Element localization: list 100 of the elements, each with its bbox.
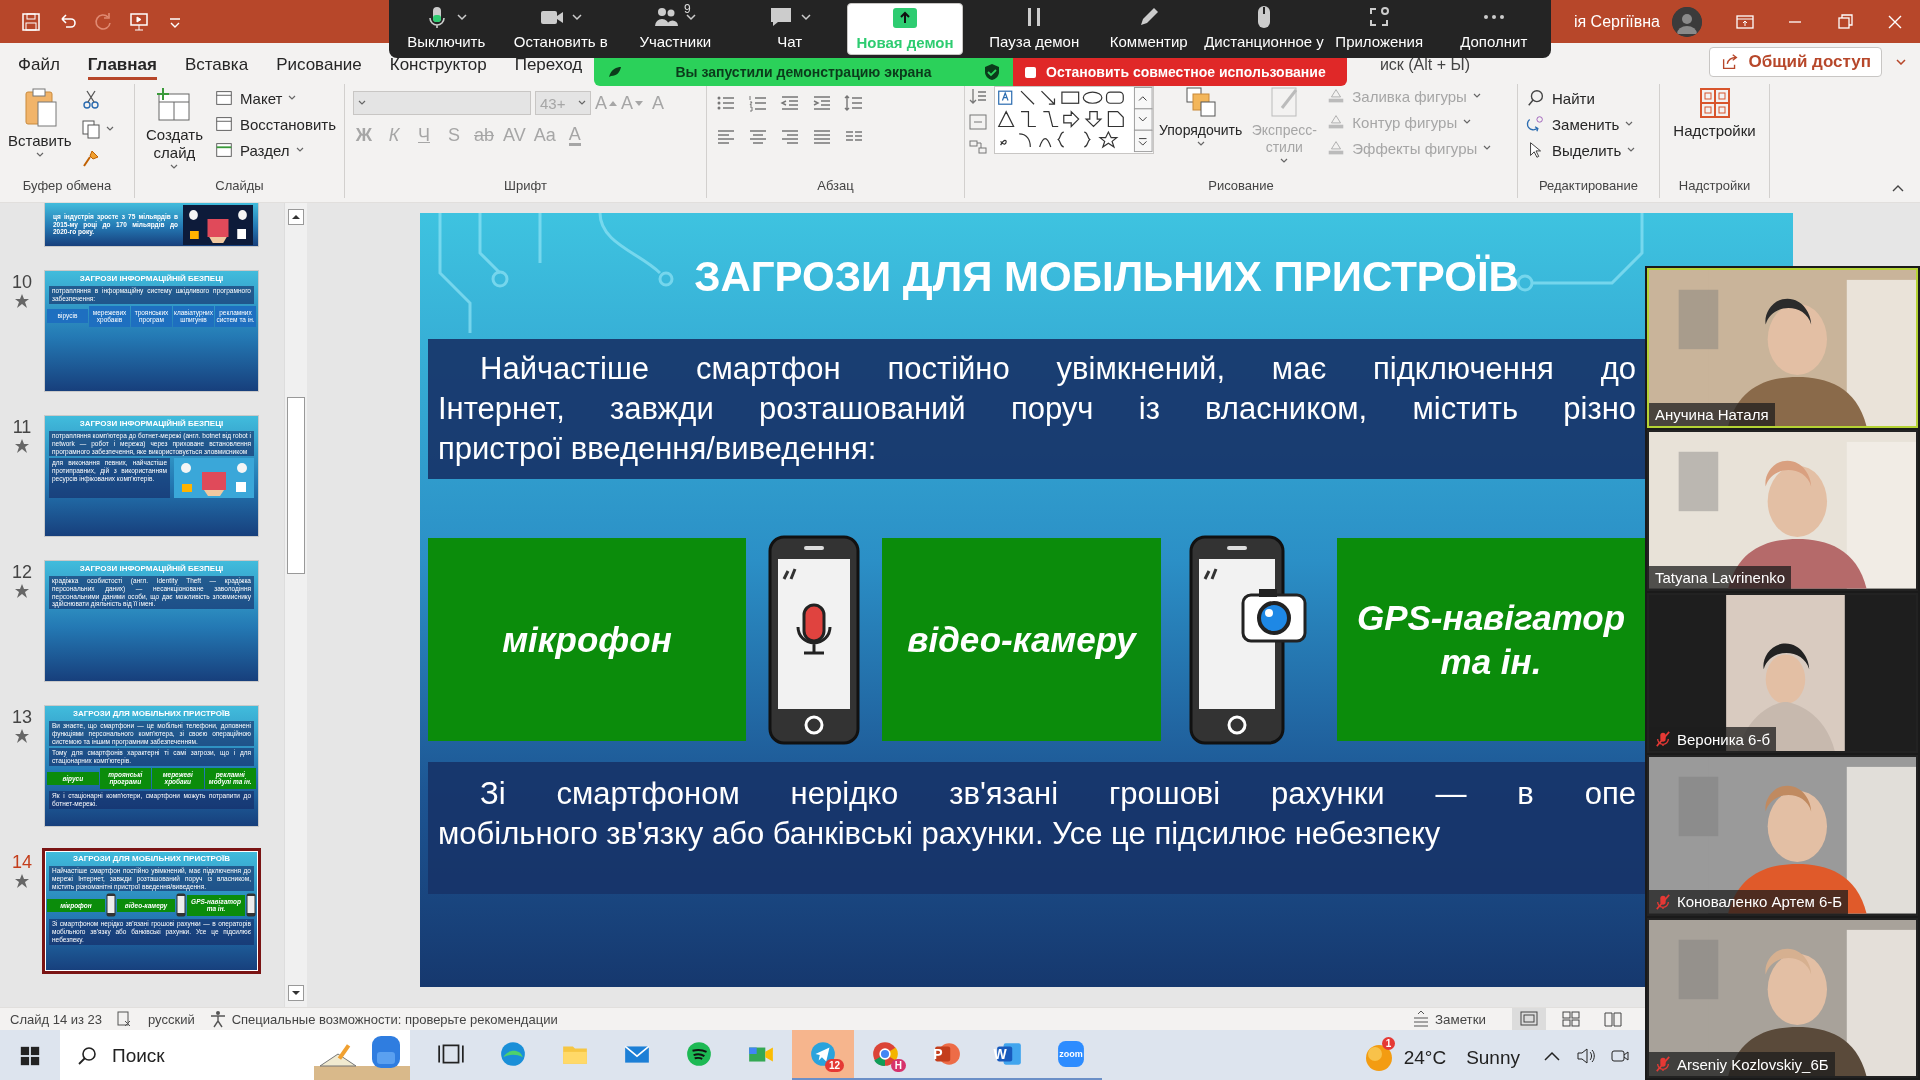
accessibility-icon (208, 1010, 227, 1028)
slide-menu-button[interactable]: Раздел (213, 138, 336, 162)
caret-icon (170, 164, 179, 170)
slide-layout-icon (213, 140, 234, 160)
star-icon (14, 438, 30, 454)
meeting-control-button[interactable]: Дополнит (1436, 3, 1551, 55)
group-label: Рисование (1208, 178, 1274, 195)
save-button[interactable] (20, 10, 42, 33)
text-box: Найчастіше смартфон постійно увімкнений, має підключення до Інтернет, завжди розташований поруч із власником, містить різно пристрої введення/виведення: (428, 339, 1646, 479)
language-label[interactable]: русский (148, 1011, 195, 1027)
caret-icon (358, 100, 366, 106)
taskbar-search-field[interactable]: Поиск (60, 1030, 410, 1080)
caret-icon (1625, 121, 1634, 127)
triangle-up-icon (290, 212, 302, 222)
editing-button[interactable]: Заменить (1526, 112, 1636, 136)
caret-icon (799, 12, 812, 22)
present-button[interactable] (128, 10, 150, 33)
paste-button[interactable]: Вставить (8, 86, 72, 158)
scroll-up-button[interactable] (288, 209, 304, 225)
ribbon-tab[interactable]: Конструктор (389, 54, 487, 80)
sharing-banner: Вы запустили демонстрацию экрана (594, 58, 1013, 86)
group-label: Абзац (817, 178, 854, 195)
caret-icon (1280, 157, 1289, 164)
ribbon-tab[interactable]: Рисование (276, 54, 362, 80)
video-tile[interactable]: Arseniy Kozlovskiy_6Б (1647, 917, 1918, 1079)
redo-icon (92, 10, 114, 33)
caret-icon (295, 147, 304, 153)
caret-icon (456, 12, 469, 22)
slide-number: 11 (12, 417, 32, 438)
normal-view-button[interactable] (1512, 1008, 1546, 1030)
meeting-control-button[interactable]: Пауза демон (977, 3, 1092, 55)
editing-button[interactable]: Найти (1526, 86, 1636, 110)
shapes-gallery[interactable] (994, 86, 1154, 154)
editing-button[interactable]: Выделить (1526, 138, 1636, 162)
caret-icon (570, 12, 583, 22)
notes-button[interactable]: Заметки (1412, 1010, 1486, 1028)
taskbar-button[interactable]: H (854, 1030, 916, 1080)
caret-icon (578, 100, 586, 106)
replace-icon (1526, 114, 1546, 134)
accessibility-status[interactable]: Специальные возможности: проверьте рекомендации (208, 1010, 558, 1028)
thumbnail-title: ЗАГРОЗИ ДЛЯ МОБІЛЬНИХ ПРИСТРОЇВ (72, 854, 231, 863)
video-tile[interactable]: Вероника 6-б (1647, 592, 1918, 754)
caret-icon (1463, 119, 1472, 125)
participant-name: Коноваленко Артем 6-Б (1649, 889, 1849, 914)
participant-name: Tatyana Lavrinenko (1649, 565, 1792, 589)
video-tile[interactable]: Tatyana Lavrinenko (1647, 430, 1918, 591)
search-icon (1526, 88, 1546, 108)
more-icon (1483, 15, 1504, 19)
minimize-icon (1789, 20, 1801, 23)
addins-button[interactable]: Надстройки (1673, 86, 1756, 140)
align-text-icon (967, 111, 989, 133)
thumbnail-title: ЗАГРОЗИ ІНФОРМАЦІЙНІЙ БЕЗПЕЦІ (79, 564, 224, 573)
group-label: Буфер обмена (22, 178, 112, 195)
redo-button[interactable] (92, 10, 114, 33)
meeting-control-button[interactable]: Дистанционное у (1206, 3, 1322, 55)
caret-icon (1483, 145, 1492, 151)
meeting-control-button[interactable]: Чат (732, 3, 847, 55)
slide-layout-icon (213, 88, 234, 108)
notification-badge: 12 (824, 1059, 844, 1072)
group-label: Слайды (215, 178, 264, 195)
thumbnail-title: ЗАГРОЗИ ІНФОРМАЦІЙНІЙ БЕЗПЕЦІ (79, 274, 224, 283)
save-icon (20, 10, 42, 33)
slide-counter: Слайд 14 из 23 (10, 1011, 103, 1027)
star-icon (14, 293, 30, 309)
taskbar-button[interactable]: 12 (792, 1030, 854, 1080)
slide-number: 12 (12, 562, 32, 583)
video-tile[interactable]: Анучина Наталя (1647, 268, 1918, 429)
presentation-icon (128, 10, 150, 33)
ribbon-tab[interactable]: Вставка (184, 54, 249, 80)
font-name-field[interactable] (353, 91, 531, 115)
arrow-down-icon (635, 100, 644, 106)
new-slide-button[interactable]: Создать слайд (143, 86, 206, 170)
ribbon-tab[interactable]: Переход (514, 54, 583, 80)
caret-icon (1627, 147, 1636, 153)
share-screen-icon (892, 5, 918, 31)
share-button[interactable]: Общий доступ (1709, 46, 1882, 77)
slide-menu-button[interactable]: Макет (213, 86, 336, 110)
stop-sharing-button[interactable]: Остановить совместное использование (1013, 58, 1347, 86)
search-hint[interactable]: иск (Alt + Ы) (1379, 56, 1470, 80)
windows-icon (19, 1044, 41, 1067)
text-box: Зі смартфоном нерідко зв'язані грошові рахунки — в опе мобільного зв'язку або банківські рахунки. Усе це підсилює небезпеку (428, 762, 1646, 894)
device-label: GPS-навігатор та ін. (1337, 538, 1645, 741)
slide-layout-icon (213, 114, 234, 134)
ribbon-tab[interactable]: Файл (18, 54, 60, 80)
video-tile[interactable]: Коноваленко Артем 6-Б (1647, 755, 1918, 916)
scroll-down-button[interactable] (288, 985, 304, 1001)
star-icon (14, 728, 30, 744)
muted-microphone-icon (1655, 730, 1671, 749)
meeting-control-button[interactable]: Остановить в (503, 3, 618, 55)
meeting-control-button[interactable]: Выключить (389, 3, 504, 55)
weather-widget[interactable]: 1 24°C Sunny (1359, 1034, 1528, 1077)
meeting-control-button[interactable]: Участники 9 (618, 3, 733, 55)
slide-thumbnail[interactable] (42, 848, 261, 974)
speaker-icon (1576, 1045, 1596, 1066)
avatar-icon[interactable] (1672, 6, 1702, 37)
slide-menu-button[interactable]: Восстановить (213, 112, 336, 136)
device-label: мікрофон (428, 538, 746, 741)
scrollbar-thumb[interactable] (287, 396, 305, 574)
caret-icon (685, 12, 698, 22)
group-label: Надстройки (1678, 178, 1751, 195)
